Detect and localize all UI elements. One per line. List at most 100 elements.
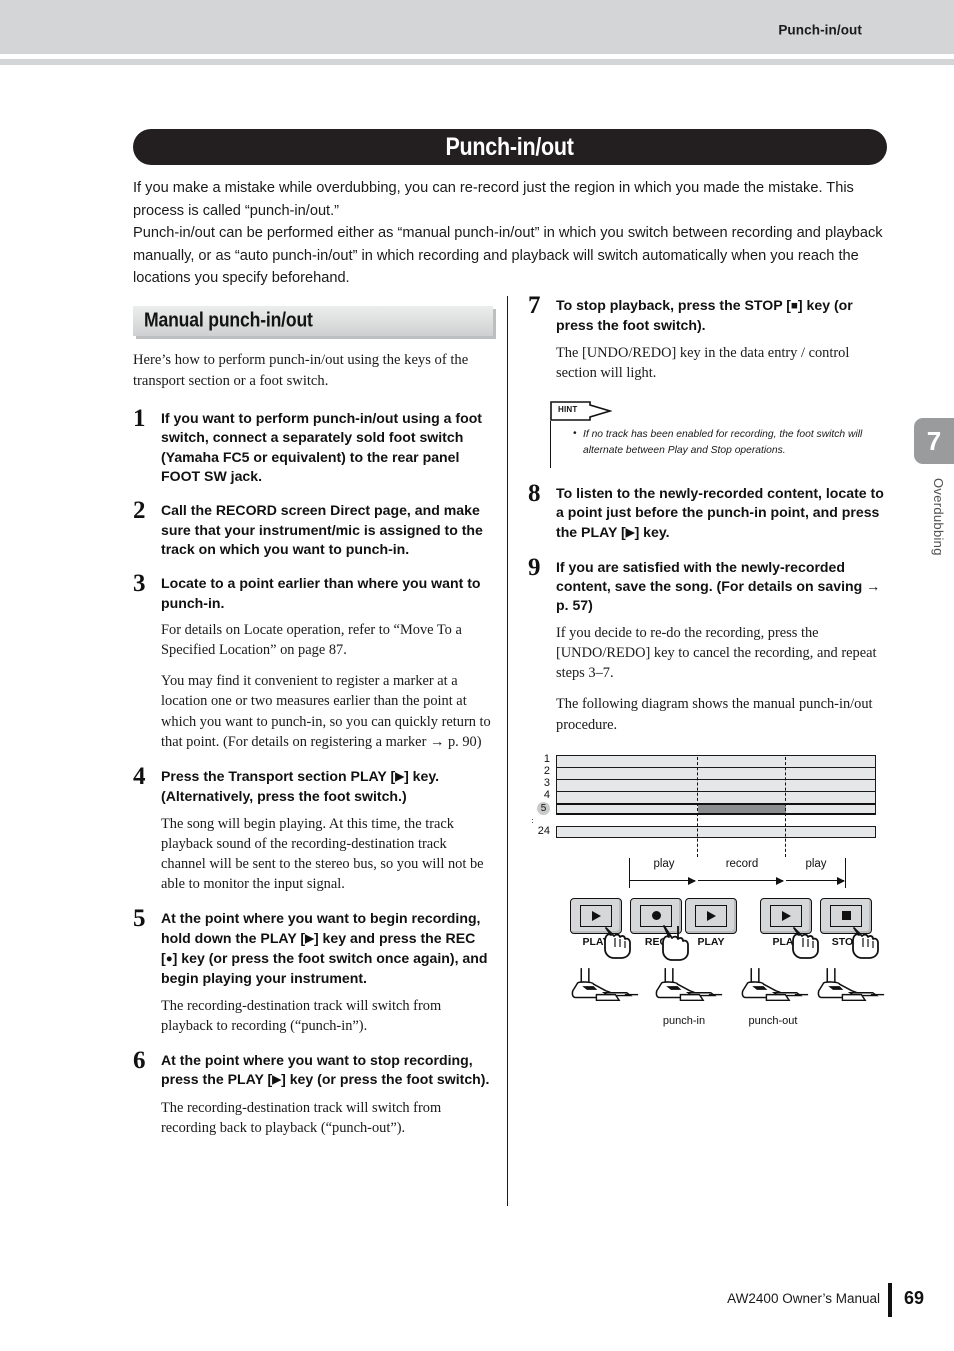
record-icon	[651, 911, 661, 921]
button-inner	[695, 904, 727, 927]
left-column: Manual punch-in/out Here’s how to perfor…	[133, 306, 493, 1153]
step-body: You may find it convenient to register a…	[161, 673, 491, 750]
stop-icon	[841, 911, 851, 921]
step-body: For details on Locate operation, refer t…	[161, 621, 462, 659]
track-number: 24	[537, 824, 550, 837]
step-title-pre: To listen to the newly-recorded content,…	[556, 485, 884, 540]
play-icon	[591, 910, 601, 921]
page-number: 69	[903, 1288, 924, 1308]
step-1: 1 If you want to perform punch-in/out us…	[133, 405, 493, 486]
track-number-highlighted: 5	[528, 801, 550, 815]
page-title-banner: Punch-in/out	[133, 129, 887, 165]
timeline-label-play-1: play	[653, 857, 675, 870]
record-icon: ●	[165, 953, 173, 966]
step-title: If you are satisfied with the newly-reco…	[556, 558, 881, 614]
chapter-tab: 7	[914, 418, 954, 464]
step-title-post: ] key (or press the foot switch).	[281, 1071, 490, 1088]
track-number: 1	[543, 752, 550, 765]
step-6: 6 At the point where you want to stop re…	[133, 1047, 493, 1138]
punch-in-out-diagram: 1 2 3 4 5 ·· 24 play record play PLAY RE…	[528, 753, 888, 1033]
track-number: 2	[543, 764, 550, 777]
intro-paragraph: If you make a mistake while overdubbing,…	[133, 177, 893, 290]
foot-pedals: punch-in punch-out	[568, 965, 888, 1027]
pointing-hand-icon	[604, 926, 631, 959]
step-number: 5	[133, 905, 146, 933]
play-arrow-1	[630, 877, 696, 884]
step-number: 8	[528, 480, 541, 507]
footer-rule	[888, 1283, 892, 1317]
pointing-hand-icon	[792, 926, 819, 959]
timeline-label-record: record	[725, 857, 759, 870]
step-2: 2 Call the RECORD screen Direct page, an…	[133, 497, 493, 559]
hint-item: If no track has been enabled for recordi…	[573, 426, 870, 458]
foot-pedal-icon	[655, 967, 723, 1001]
pointing-hand-icon	[852, 926, 879, 959]
play-arrow-2	[786, 877, 845, 884]
chapter-name: Overdubbing	[931, 478, 946, 556]
track-bar	[556, 790, 876, 803]
step-body: The following diagram shows the manual p…	[556, 696, 873, 733]
pointing-hand-icon	[662, 924, 689, 961]
step-title-post: ] key.	[634, 523, 670, 540]
pedal-label-punch-in: punch-in	[662, 1014, 706, 1027]
running-head: Punch-in/out	[778, 22, 862, 38]
play-icon: ▶	[272, 1074, 282, 1087]
track-bar-recording	[556, 802, 876, 815]
step-title: To stop playback, press the STOP [■] key…	[556, 296, 893, 336]
step-body: If you decide to re-do the recording, pr…	[556, 624, 877, 682]
chapter-number: 7	[926, 425, 942, 456]
right-column: 7 To stop playback, press the STOP [■] k…	[528, 292, 893, 1033]
column-divider	[507, 296, 508, 1206]
section-header: Manual punch-in/out	[133, 306, 493, 336]
stop-icon: ■	[790, 300, 798, 312]
hint-label: HINT	[558, 405, 578, 414]
step-title-post: ] key (or press the foot switch once aga…	[161, 950, 488, 987]
track-ellipsis: ··	[528, 817, 538, 824]
timeline: play record play	[556, 857, 876, 892]
step-title: Locate to a point earlier than where you…	[161, 575, 481, 611]
page-header: Punch-in/out	[0, 0, 954, 54]
play-icon: ▶	[305, 932, 314, 945]
section-lead: Here’s how to perform punch-in/out using…	[133, 352, 469, 389]
step-title: At the point where you want to begin rec…	[161, 909, 493, 988]
step-4: 4 Press the Transport section PLAY [▶] k…	[133, 763, 493, 894]
punch-in-marker	[697, 756, 698, 857]
page-footer: AW2400 Owner’s Manual 69	[0, 1283, 954, 1317]
foot-pedal-icon	[741, 967, 809, 1001]
intro-line-2: Punch-in/out can be performed either as …	[133, 225, 883, 287]
foot-pedal-icon	[571, 967, 639, 1001]
step-8: 8 To listen to the newly-recorded conten…	[528, 480, 893, 543]
foot-pedal-icon	[817, 967, 885, 1001]
step-title: Press the Transport section PLAY [▶] key…	[161, 767, 493, 807]
play-icon: ▶	[395, 771, 405, 784]
play-icon: ▶	[625, 526, 635, 539]
step-title: If you want to perform punch-in/out usin…	[161, 410, 482, 485]
track-number-list: 1 2 3 4 5 ·· 24	[528, 753, 550, 837]
step-body: The recording-destination track will swi…	[161, 1099, 442, 1136]
step-title: To listen to the newly-recorded content,…	[556, 484, 893, 543]
record-arrow	[698, 877, 784, 884]
page-title: Punch-in/out	[445, 132, 575, 161]
track-bars	[556, 754, 876, 857]
manual-name: AW2400 Owner’s Manual	[727, 1291, 880, 1306]
pedal-label-punch-out: punch-out	[748, 1014, 798, 1027]
play-icon	[706, 910, 716, 921]
hint-body: If no track has been enabled for recordi…	[550, 421, 870, 468]
step-7: 7 To stop playback, press the STOP [■] k…	[528, 292, 893, 383]
step-number: 6	[133, 1047, 146, 1075]
header-rule	[0, 59, 954, 65]
record-region	[698, 804, 786, 813]
section-header-label: Manual punch-in/out	[144, 309, 313, 332]
step-number: 3	[133, 570, 146, 598]
track-bar	[556, 754, 876, 767]
track-number: 3	[543, 777, 550, 790]
step-title: Call the RECORD screen Direct page, and …	[161, 502, 483, 557]
step-title-pre: To stop playback, press the STOP [	[556, 297, 791, 313]
track-number: 4	[543, 789, 550, 802]
step-number: 4	[133, 763, 146, 791]
step-body: The [UNDO/REDO] key in the data entry / …	[556, 344, 850, 381]
track-bar	[556, 778, 876, 791]
step-title-pre: Press the Transport section PLAY [	[161, 768, 396, 785]
intro-line-1: If you make a mistake while overdubbing,…	[133, 180, 854, 219]
step-title: At the point where you want to stop reco…	[161, 1051, 493, 1091]
